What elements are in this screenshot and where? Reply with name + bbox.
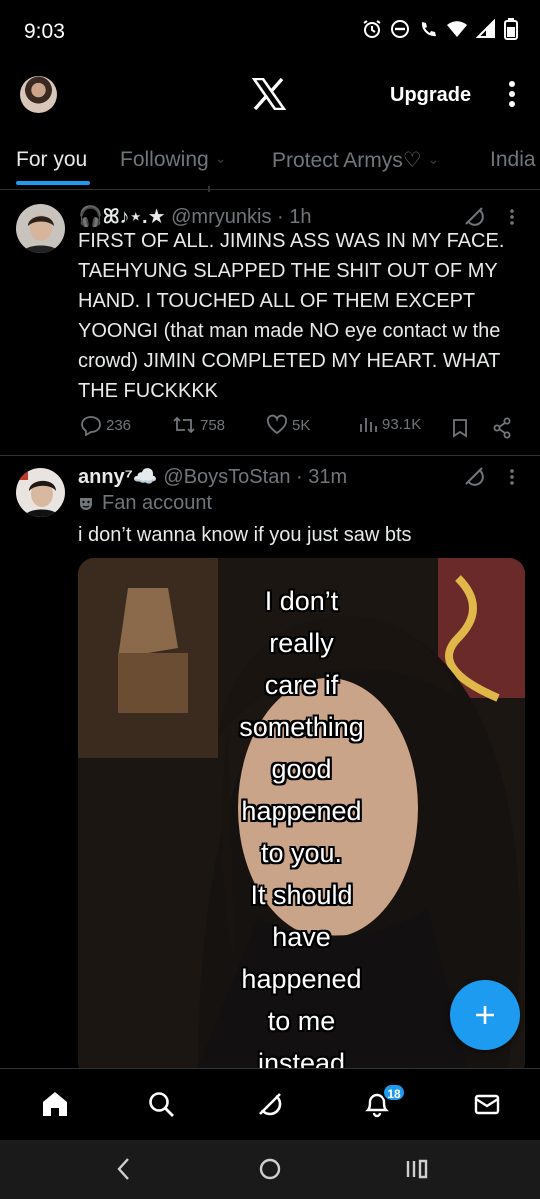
- display-name[interactable]: 🎧ꕤ♪⋆.★: [78, 206, 166, 228]
- messages-icon[interactable]: [472, 1089, 502, 1119]
- repost-button[interactable]: 758: [172, 414, 225, 436]
- separator: ·: [290, 466, 309, 488]
- grok-icon[interactable]: [462, 464, 486, 488]
- reply-icon: [81, 416, 101, 436]
- status-time: 9:03: [24, 20, 65, 43]
- compose-button[interactable]: [450, 980, 520, 1050]
- grok-icon[interactable]: [462, 204, 486, 228]
- heart-icon: [266, 414, 288, 435]
- tab-label: For you: [16, 148, 88, 171]
- caption-line: to you.: [260, 838, 343, 868]
- wifi-call-icon: [421, 22, 436, 37]
- wifi-icon: [447, 21, 467, 37]
- reply-count: 236: [106, 416, 132, 434]
- alarm-icon: [363, 20, 381, 38]
- more-options-icon[interactable]: [506, 80, 518, 108]
- x-logo-icon: [252, 78, 286, 110]
- repost-icon: [173, 416, 195, 434]
- grok-nav-icon[interactable]: [255, 1089, 285, 1119]
- back-icon[interactable]: [112, 1156, 136, 1182]
- tab-label: Following: [120, 148, 209, 171]
- caption-line: really: [269, 628, 334, 658]
- home-circle-icon[interactable]: [257, 1156, 283, 1182]
- handle[interactable]: @BoysToStan: [163, 466, 290, 488]
- system-nav-bar: [0, 1140, 540, 1199]
- status-bar: 9:03: [0, 0, 540, 62]
- plus-icon: [476, 1006, 494, 1024]
- do-not-disturb-icon: [391, 20, 409, 38]
- share-icon[interactable]: [492, 417, 512, 439]
- bottom-nav: 18: [0, 1068, 540, 1140]
- views-count: 93.1K: [382, 415, 422, 433]
- battery-icon: [504, 18, 518, 40]
- avatar-image: [16, 468, 65, 517]
- post-text: i don’t wanna know if you just saw bts: [78, 524, 412, 546]
- caption-line: It should: [250, 880, 353, 910]
- post-header: anny⁷☁️ @BoysToStan · 31m: [78, 464, 347, 489]
- bookmark-icon[interactable]: [452, 418, 468, 438]
- caption-line: happened: [241, 796, 362, 826]
- post-time: 1h: [289, 206, 312, 228]
- tab-protect-armys[interactable]: Protect Armys♡ ⌄: [272, 148, 439, 173]
- account-label-text: Fan account: [102, 492, 213, 514]
- signal-icon: [476, 19, 495, 38]
- top-bar: Upgrade: [0, 62, 540, 128]
- avatar-image: [16, 204, 65, 253]
- theater-masks-icon: [80, 497, 92, 510]
- upgrade-button[interactable]: Upgrade: [390, 84, 471, 107]
- active-tab-indicator: [16, 181, 90, 185]
- handle[interactable]: @mryunkis: [171, 206, 271, 228]
- chevron-down-icon: ⌄: [214, 150, 227, 166]
- display-name[interactable]: anny⁷☁️: [78, 466, 158, 488]
- caption-line: good: [271, 754, 332, 784]
- caption-line: something: [239, 712, 364, 742]
- post-time: 31m: [308, 466, 348, 488]
- like-button[interactable]: 5K: [266, 414, 310, 436]
- status-icons: [362, 18, 518, 40]
- post-menu-icon[interactable]: [508, 468, 516, 486]
- fan-account-label: Fan account: [78, 492, 212, 515]
- tab-for-you[interactable]: For you: [16, 148, 87, 172]
- repost-count: 758: [200, 416, 226, 434]
- tab-label: Protect Armys♡: [272, 149, 422, 172]
- post-text: FIRST OF ALL. JIMINS ASS WAS IN MY FACE.…: [78, 230, 505, 402]
- tab-following[interactable]: Following ⌄: [120, 148, 226, 172]
- caption-line: I don’t: [264, 586, 339, 616]
- like-count: 5K: [292, 416, 311, 434]
- separator: ·: [271, 206, 290, 228]
- chevron-down-icon: ⌄: [427, 151, 440, 167]
- caption-line: care if: [264, 670, 339, 700]
- my-avatar[interactable]: [20, 76, 57, 113]
- avatar[interactable]: [16, 468, 65, 517]
- recents-icon[interactable]: [404, 1156, 430, 1182]
- timeline-tabs: For you Following ⌄ Protect Armys♡ ⌄ India: [0, 128, 540, 190]
- caption-line: have: [272, 922, 331, 952]
- tab-india[interactable]: India: [490, 148, 536, 172]
- avatar[interactable]: [16, 204, 65, 253]
- post-actions: 236 758 5K 93.1K: [78, 414, 518, 444]
- tab-label: India: [490, 148, 536, 171]
- search-icon[interactable]: [146, 1089, 176, 1119]
- views-button[interactable]: 93.1K: [358, 414, 421, 434]
- reply-button[interactable]: 236: [80, 414, 131, 436]
- home-icon[interactable]: [40, 1089, 70, 1119]
- post-menu-icon[interactable]: [508, 208, 516, 226]
- views-icon: [360, 418, 377, 432]
- notifications-badge: 18: [382, 1083, 406, 1102]
